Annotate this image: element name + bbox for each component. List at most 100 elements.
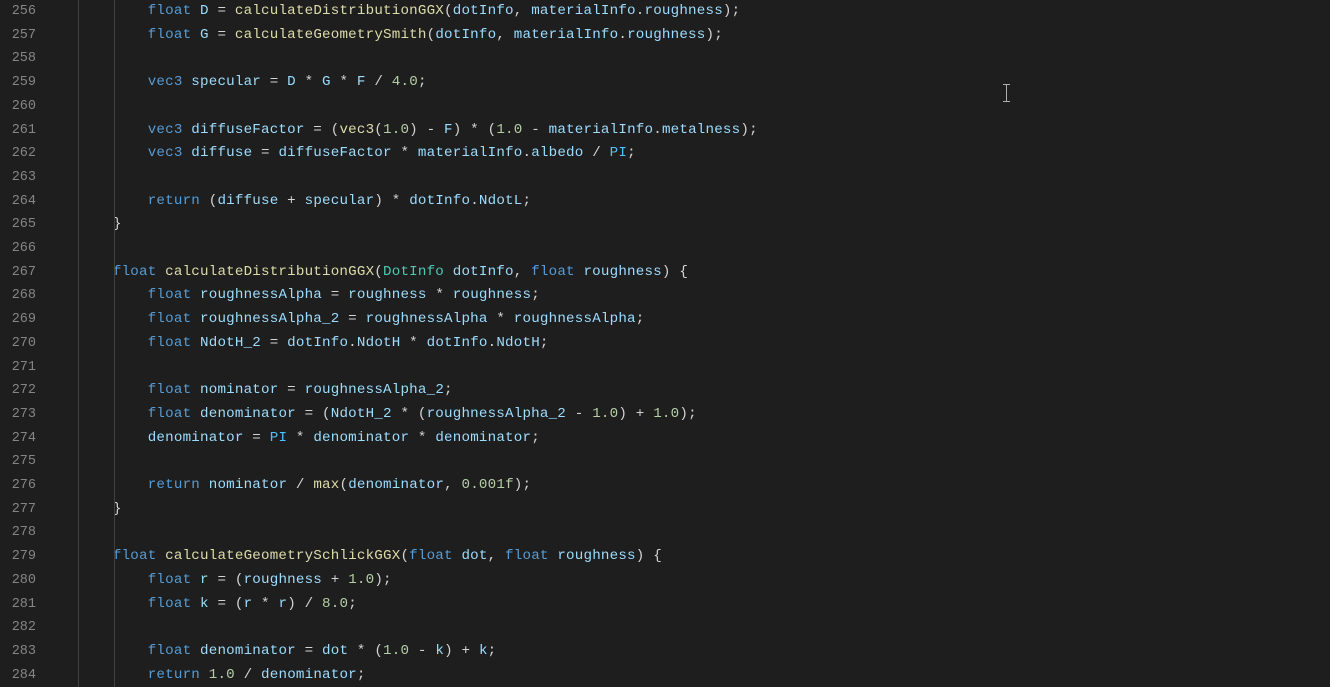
code-line[interactable]: } [78,213,1330,237]
token: 8.0 [322,596,348,612]
line-number-gutter: 2562572582592602612622632642652662672682… [0,0,54,687]
token: 1.0 [496,122,522,138]
code-line[interactable] [78,356,1330,380]
token [200,477,209,493]
token: calculateGeometrySmith [235,27,427,43]
token [78,667,148,683]
token [183,145,192,161]
token [183,122,192,138]
code-line[interactable]: float NdotH_2 = dotInfo.NdotH * dotInfo.… [78,332,1330,356]
token [191,596,200,612]
token: , [496,27,513,43]
token: ) + [618,406,653,422]
token: nominator [209,477,287,493]
code-line[interactable]: return nominator / max(denominator, 0.00… [78,474,1330,498]
token: D [200,3,209,19]
token: denominator [261,667,357,683]
code-editor[interactable]: 2562572582592602612622632642652662672682… [0,0,1330,687]
code-line[interactable]: float calculateGeometrySchlickGGX(float … [78,545,1330,569]
token: nominator [200,382,278,398]
token: denominator [348,477,444,493]
token: float [531,264,575,280]
code-line[interactable] [78,616,1330,640]
token [78,430,148,446]
code-line[interactable]: vec3 specular = D * G * F / 4.0; [78,71,1330,95]
token: dotInfo [435,27,496,43]
token [191,382,200,398]
code-line[interactable]: float k = (r * r) / 8.0; [78,593,1330,617]
token: ) { [636,548,662,564]
code-line[interactable] [78,47,1330,71]
code-line[interactable]: float roughnessAlpha = roughness * rough… [78,284,1330,308]
token: 4.0 [392,74,418,90]
token: , [514,3,531,19]
code-line[interactable]: float G = calculateGeometrySmith(dotInfo… [78,24,1330,48]
token: denominator [200,643,296,659]
token: = ( [209,596,244,612]
token: = ( [305,122,340,138]
token: = [322,287,348,303]
token: ); [374,572,391,588]
token: ) * [374,193,409,209]
token: * [427,287,453,303]
token: ; [531,430,540,446]
token: specular [305,193,375,209]
code-line[interactable] [78,166,1330,190]
line-number: 260 [8,95,36,119]
code-line[interactable]: float denominator = (NdotH_2 * (roughnes… [78,403,1330,427]
line-number: 265 [8,213,36,237]
code-line[interactable]: float D = calculateDistributionGGX(dotIn… [78,0,1330,24]
code-line[interactable] [78,521,1330,545]
line-number: 267 [8,261,36,285]
token: roughness [583,264,661,280]
token: / [366,74,392,90]
token: = ( [296,406,331,422]
code-line[interactable]: denominator = PI * denominator * denomin… [78,427,1330,451]
text-cursor-icon [1006,84,1007,102]
line-number: 276 [8,474,36,498]
code-line[interactable] [78,95,1330,119]
code-line[interactable]: return 1.0 / denominator; [78,664,1330,687]
token: NdotH [357,335,401,351]
token: . [470,193,479,209]
token: 0.001f [462,477,514,493]
token: vec3 [148,74,183,90]
token: metalness [662,122,740,138]
token: vec3 [339,122,374,138]
token: roughness [244,572,322,588]
token: diffuse [217,193,278,209]
token: float [148,382,192,398]
token: ( [374,122,383,138]
code-line[interactable] [78,450,1330,474]
token [191,27,200,43]
token: float [409,548,453,564]
token: / [583,145,609,161]
token: = [261,74,287,90]
code-line[interactable]: float r = (roughness + 1.0); [78,569,1330,593]
token: . [522,145,531,161]
token: diffuseFactor [278,145,391,161]
code-line[interactable]: return (diffuse + specular) * dotInfo.Nd… [78,190,1330,214]
token: F [357,74,366,90]
code-line[interactable]: } [78,498,1330,522]
token: denominator [313,430,409,446]
token: } [78,501,122,517]
token: / [235,667,261,683]
token: 1.0 [348,572,374,588]
code-line[interactable]: vec3 diffuseFactor = (vec3(1.0) - F) * (… [78,119,1330,143]
line-number: 284 [8,664,36,687]
code-content[interactable]: float D = calculateDistributionGGX(dotIn… [54,0,1330,687]
code-line[interactable]: float roughnessAlpha_2 = roughnessAlpha … [78,308,1330,332]
token: ); [706,27,723,43]
code-line[interactable]: vec3 diffuse = diffuseFactor * materialI… [78,142,1330,166]
token [78,74,148,90]
code-line[interactable]: float nominator = roughnessAlpha_2; [78,379,1330,403]
code-line[interactable]: float denominator = dot * (1.0 - k) + k; [78,640,1330,664]
token: 1.0 [383,643,409,659]
code-line[interactable]: float calculateDistributionGGX(DotInfo d… [78,261,1330,285]
token [191,287,200,303]
token: D [287,74,296,90]
line-number: 264 [8,190,36,214]
token: denominator [435,430,531,446]
code-line[interactable] [78,237,1330,261]
